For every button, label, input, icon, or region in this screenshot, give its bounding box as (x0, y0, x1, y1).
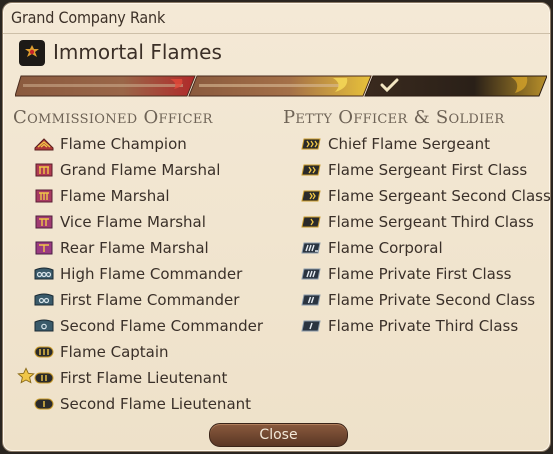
rank-rear-flame-marshal[interactable]: Rear Flame Marshal (33, 235, 263, 261)
rank-second-flame-commander[interactable]: Second Flame Commander (33, 313, 263, 339)
rank-label: Flame Captain (60, 343, 169, 361)
rank-label: High Flame Commander (60, 265, 243, 283)
rank-label: Vice Flame Marshal (60, 213, 206, 231)
window-title: Grand Company Rank (11, 8, 166, 27)
rank-label: Rear Flame Marshal (60, 239, 209, 257)
rank-second-flame-lieutenant[interactable]: Second Flame Lieutenant (33, 391, 263, 417)
rank-first-flame-lieutenant[interactable]: First Flame Lieutenant (33, 365, 263, 391)
close-button[interactable]: Close (209, 423, 348, 447)
rank-flame-marshal[interactable]: Flame Marshal (33, 183, 263, 209)
rank-label: Grand Flame Marshal (60, 161, 221, 179)
flame-private-first-class-insignia-icon (301, 268, 321, 280)
flame-marshal-insignia-icon (35, 189, 53, 203)
second-flame-lieutenant-insignia-icon (34, 398, 54, 410)
rank-flame-corporal[interactable]: Flame Corporal (301, 235, 550, 261)
rank-flame-private-second-class[interactable]: Flame Private Second Class (301, 287, 550, 313)
rank-progress-banner (15, 75, 547, 97)
grand-company-rank-window: Grand Company Rank Immortal Flames Commi… (2, 2, 551, 452)
rank-vice-flame-marshal[interactable]: Vice Flame Marshal (33, 209, 263, 235)
rear-flame-marshal-insignia-icon (35, 241, 53, 255)
rank-flame-sergeant-second-class[interactable]: Flame Sergeant Second Class (301, 183, 551, 209)
flame-sergeant-first-class-insignia-icon (301, 164, 321, 176)
rank-first-flame-commander[interactable]: First Flame Commander (33, 287, 263, 313)
vice-flame-marshal-insignia-icon (35, 215, 53, 229)
rank-label: Flame Champion (60, 135, 187, 153)
window-titlebar[interactable]: Grand Company Rank (3, 3, 550, 34)
rank-flame-captain[interactable]: Flame Captain (33, 339, 263, 365)
rank-label: Second Flame Commander (60, 317, 264, 335)
rank-flame-sergeant-first-class[interactable]: Flame Sergeant First Class (301, 157, 550, 183)
second-flame-commander-insignia-icon (34, 319, 54, 332)
rank-label: Chief Flame Sergeant (328, 135, 491, 153)
high-flame-commander-insignia-icon (34, 267, 54, 280)
flame-sergeant-second-class-insignia-icon (301, 190, 321, 202)
rank-label: Flame Marshal (60, 187, 170, 205)
rank-flame-sergeant-third-class[interactable]: Flame Sergeant Third Class (301, 209, 550, 235)
rank-high-flame-commander[interactable]: High Flame Commander (33, 261, 263, 287)
rank-grand-flame-marshal[interactable]: Grand Flame Marshal (33, 157, 263, 183)
rank-label: First Flame Commander (60, 291, 240, 309)
flame-private-second-class-insignia-icon (301, 294, 321, 306)
grand-flame-marshal-insignia-icon (35, 163, 53, 177)
chief-flame-sergeant-insignia-icon (301, 138, 321, 150)
flame-champion-insignia-icon (34, 138, 54, 151)
flame-corporal-insignia-icon (301, 242, 321, 254)
flame-sergeant-third-class-insignia-icon (301, 216, 321, 228)
rank-label: Flame Sergeant Second Class (328, 187, 551, 205)
flame-captain-insignia-icon (34, 346, 54, 358)
rank-label: Flame Private First Class (328, 265, 512, 283)
rank-label: Flame Corporal (328, 239, 443, 257)
rank-flame-champion[interactable]: Flame Champion (33, 131, 263, 157)
rank-label: Flame Private Second Class (328, 291, 536, 309)
immortal-flames-crest-icon (19, 40, 45, 66)
first-flame-commander-insignia-icon (34, 293, 54, 306)
progress-segment-completed (188, 75, 372, 97)
rank-label: Flame Sergeant First Class (328, 161, 528, 179)
petty-rank-list: Chief Flame Sergeant Flame Sergeant Firs… (301, 131, 551, 339)
flame-private-third-class-insignia-icon (301, 320, 321, 332)
commissioned-officer-heading: Commissioned Officer (13, 107, 213, 128)
progress-segment-completed (15, 75, 196, 97)
rank-flame-private-first-class[interactable]: Flame Private First Class (301, 261, 550, 287)
rank-label: Second Flame Lieutenant (60, 395, 252, 413)
rank-label: First Flame Lieutenant (60, 369, 228, 387)
rank-chief-flame-sergeant[interactable]: Chief Flame Sergeant (301, 131, 550, 157)
first-flame-lieutenant-insignia-icon (34, 372, 54, 384)
commissioned-rank-list: Flame Champion Grand Flame Marshal Flame… (33, 131, 263, 417)
petty-officer-heading: Petty Officer & Soldier (283, 107, 505, 128)
rank-flame-private-third-class[interactable]: Flame Private Third Class (301, 313, 550, 339)
company-name: Immortal Flames (53, 40, 222, 64)
rank-label: Flame Private Third Class (328, 317, 519, 335)
rank-label: Flame Sergeant Third Class (328, 213, 534, 231)
